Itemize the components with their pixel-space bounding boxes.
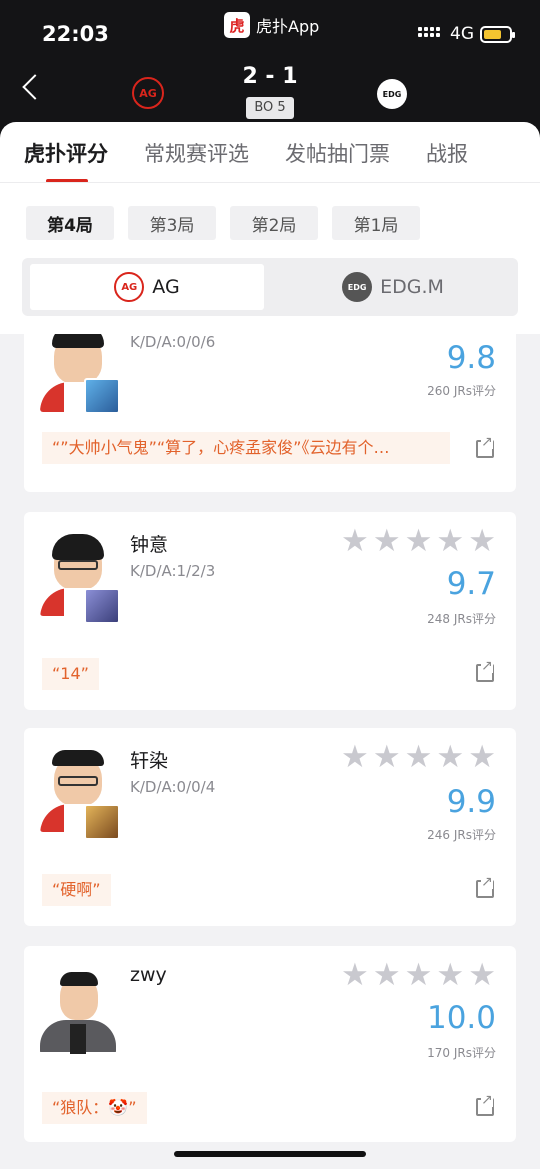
game-4-button[interactable]: 第4局 — [26, 206, 114, 240]
star-icon[interactable]: ★ — [468, 960, 496, 991]
header: 22:03 虎 虎扑App 4G AG 2 - 1 BO 5 EDG — [0, 0, 540, 140]
rating-stars[interactable]: ★ ★ ★ ★ ★ — [341, 742, 496, 773]
player-card[interactable]: 轩染 K/D/A:0/0/4 ★ ★ ★ ★ ★ 9.9 246 JRs评分 “… — [24, 728, 516, 926]
star-icon[interactable]: ★ — [436, 526, 464, 557]
hero-icon — [84, 804, 120, 840]
tab-hupu-rating[interactable]: 虎扑评分 — [24, 138, 108, 168]
player-score: 9.7 — [446, 566, 496, 602]
star-icon[interactable]: ★ — [373, 742, 401, 773]
player-score: 10.0 — [426, 1000, 496, 1036]
team-toggle-ag[interactable]: AG AG — [30, 264, 264, 310]
star-icon[interactable]: ★ — [341, 960, 369, 991]
star-icon[interactable]: ★ — [468, 526, 496, 557]
tab-bar: 虎扑评分 常规赛评选 发帖抽门票 战报 — [24, 138, 468, 168]
player-list[interactable]: K/D/A:0/0/6 9.8 260 JRs评分 “”大帅小气鬼”“算了，心疼… — [0, 334, 540, 1169]
player-votes: 170 JRs评分 — [427, 1046, 496, 1060]
rating-stars[interactable]: ★ ★ ★ ★ ★ — [341, 960, 496, 991]
player-name: 钟意 — [130, 534, 169, 556]
star-icon[interactable]: ★ — [373, 960, 401, 991]
edg-team-logo[interactable]: EDG — [377, 79, 407, 109]
star-icon[interactable]: ★ — [373, 526, 401, 557]
hupu-logo-icon: 虎 — [224, 12, 250, 38]
player-avatar — [40, 964, 116, 1054]
player-kda: K/D/A:1/2/3 — [130, 562, 216, 580]
star-icon[interactable]: ★ — [341, 526, 369, 557]
player-quote[interactable]: “14” — [42, 658, 99, 690]
game-3-button[interactable]: 第3局 — [128, 206, 216, 240]
player-name: zwy — [130, 964, 167, 986]
team-toggle-edg[interactable]: EDG EDG.M — [276, 264, 510, 310]
player-quote[interactable]: “狼队：🤡” — [42, 1092, 147, 1124]
player-quote[interactable]: “”大帅小气鬼”“算了，心疼孟家俊”《云边有个… — [42, 432, 450, 464]
star-icon[interactable]: ★ — [405, 526, 433, 557]
app-indicator[interactable]: 虎 虎扑App — [224, 12, 319, 38]
player-name: 轩染 — [130, 750, 169, 772]
share-icon[interactable] — [476, 659, 494, 682]
star-icon[interactable]: ★ — [341, 742, 369, 773]
signal-icon — [418, 27, 440, 37]
player-votes: 260 JRs评分 — [427, 384, 496, 398]
player-kda: K/D/A:0/0/4 — [130, 778, 216, 796]
player-card[interactable]: 钟意 K/D/A:1/2/3 ★ ★ ★ ★ ★ 9.7 248 JRs评分 “… — [24, 512, 516, 710]
status-time: 22:03 — [42, 22, 109, 46]
status-bar: 22:03 虎 虎扑App 4G — [0, 0, 540, 60]
star-icon[interactable]: ★ — [436, 742, 464, 773]
team-toggle-edg-label: EDG.M — [380, 276, 444, 298]
share-icon[interactable] — [476, 1093, 494, 1116]
hero-icon — [84, 378, 120, 414]
share-icon[interactable] — [476, 435, 494, 458]
star-icon[interactable]: ★ — [436, 960, 464, 991]
tab-post-tickets[interactable]: 发帖抽门票 — [285, 138, 390, 168]
back-icon[interactable] — [22, 74, 48, 100]
ag-team-logo[interactable]: AG — [132, 77, 164, 109]
star-icon[interactable]: ★ — [405, 960, 433, 991]
game-2-button[interactable]: 第2局 — [230, 206, 318, 240]
match-format-badge: BO 5 — [246, 97, 294, 119]
battery-level — [484, 30, 501, 39]
share-icon[interactable] — [476, 875, 494, 898]
star-icon[interactable]: ★ — [468, 742, 496, 773]
ag-logo-icon: AG — [114, 272, 145, 302]
player-votes: 246 JRs评分 — [427, 828, 496, 842]
tab-report[interactable]: 战报 — [426, 138, 468, 168]
hero-icon — [84, 588, 120, 624]
player-votes: 248 JRs评分 — [427, 612, 496, 626]
star-icon[interactable]: ★ — [405, 742, 433, 773]
team-toggle: AG AG EDG EDG.M — [22, 258, 518, 316]
player-kda: K/D/A:0/0/6 — [130, 334, 216, 351]
divider — [0, 182, 540, 183]
match-score: 2 - 1 — [242, 64, 298, 89]
team-toggle-ag-label: AG — [152, 276, 180, 298]
edg-logo-icon: EDG — [342, 272, 373, 302]
player-score: 9.8 — [446, 340, 496, 376]
tab-regular-season[interactable]: 常规赛评选 — [144, 138, 249, 168]
app-name: 虎扑App — [256, 17, 320, 36]
rating-stars[interactable]: ★ ★ ★ ★ ★ — [341, 526, 496, 557]
home-indicator[interactable] — [174, 1151, 366, 1157]
player-quote[interactable]: “硬啊” — [42, 874, 111, 906]
game-selector: 第4局 第3局 第2局 第1局 — [26, 206, 420, 240]
rating-panel: 虎扑评分 常规赛评选 发帖抽门票 战报 第4局 第3局 第2局 第1局 AG A… — [0, 122, 540, 334]
player-card[interactable]: K/D/A:0/0/6 9.8 260 JRs评分 “”大帅小气鬼”“算了，心疼… — [24, 334, 516, 492]
player-card[interactable]: zwy ★ ★ ★ ★ ★ 10.0 170 JRs评分 “狼队：🤡” — [24, 946, 516, 1142]
battery-icon — [480, 26, 515, 43]
player-score: 9.9 — [446, 784, 496, 820]
network-type: 4G — [450, 24, 474, 44]
game-1-button[interactable]: 第1局 — [332, 206, 420, 240]
